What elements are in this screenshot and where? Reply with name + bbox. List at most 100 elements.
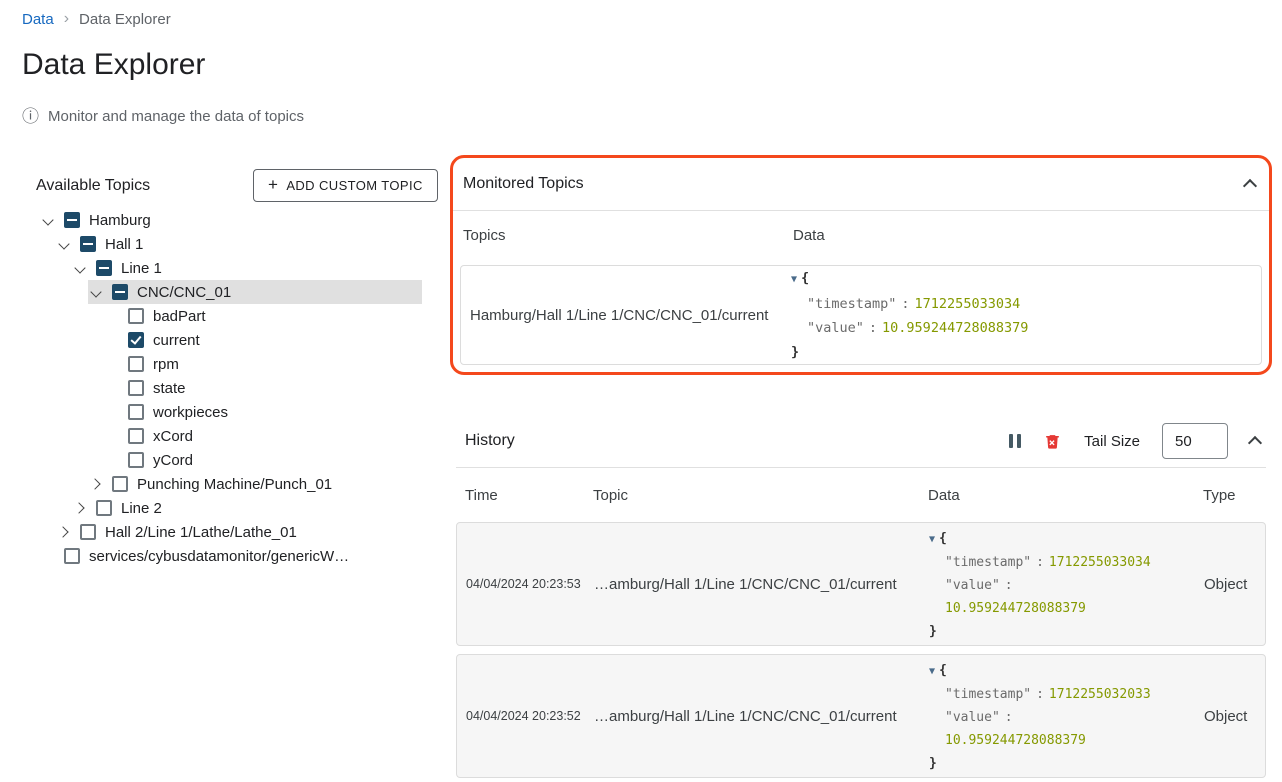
checkbox-unchecked[interactable] — [80, 524, 96, 540]
json-key: "value" — [945, 578, 1000, 593]
page-title: Data Explorer — [22, 48, 205, 82]
checkbox-indeterminate[interactable] — [112, 284, 128, 300]
column-header-topic: Topic — [593, 487, 928, 504]
tree-item-hall-2-lathe-01[interactable]: Hall 2/Line 1/Lathe/Lathe_01 — [56, 520, 422, 544]
tree-item-workpieces[interactable]: workpieces — [104, 400, 422, 424]
json-entry: "timestamp":1712255033034 — [791, 292, 1261, 316]
checkbox-unchecked[interactable] — [128, 404, 144, 420]
json-colon: : — [1036, 687, 1044, 702]
tree-item-current[interactable]: current — [104, 328, 422, 352]
json-viewer: ▼{ "timestamp":1712255033034 "value":10.… — [929, 523, 1204, 643]
checkbox-unchecked[interactable] — [96, 500, 112, 516]
checkbox-indeterminate[interactable] — [64, 212, 80, 228]
checkbox-unchecked[interactable] — [64, 548, 80, 564]
history-row: 04/04/2024 20:23:53 …amburg/Hall 1/Line … — [456, 522, 1266, 646]
tree-label: current — [153, 332, 200, 349]
chevron-spacer — [104, 356, 120, 372]
json-open-brace: { — [939, 663, 947, 678]
tree-label: CNC/CNC_01 — [137, 284, 231, 301]
chevron-spacer — [104, 428, 120, 444]
checkbox-checked[interactable] — [128, 332, 144, 348]
chevron-right-icon: › — [64, 10, 69, 28]
history-type: Object — [1204, 576, 1265, 593]
tree-item-hamburg[interactable]: Hamburg — [40, 208, 422, 232]
history-type: Object — [1204, 708, 1265, 725]
pause-icon[interactable] — [1009, 434, 1021, 448]
history-section: History Tail Size Time Topic Data Type — [456, 415, 1266, 782]
history-header: History Tail Size — [456, 415, 1266, 467]
json-close-brace: } — [929, 756, 937, 771]
json-colon: : — [1005, 578, 1013, 593]
chevron-spacer — [104, 380, 120, 396]
json-key: "value" — [807, 320, 864, 336]
chevron-spacer — [104, 452, 120, 468]
chevron-right-icon[interactable] — [88, 476, 104, 492]
json-key: "timestamp" — [945, 555, 1031, 570]
chevron-down-icon[interactable] — [88, 284, 104, 300]
json-value: 1712255033034 — [915, 296, 1021, 312]
tree-item-hall-1[interactable]: Hall 1 — [56, 232, 422, 256]
checkbox-unchecked[interactable] — [128, 380, 144, 396]
chevron-right-icon[interactable] — [56, 524, 72, 540]
trash-icon[interactable] — [1043, 432, 1062, 451]
tree-label: rpm — [153, 356, 179, 373]
tree-item-line-1[interactable]: Line 1 — [72, 256, 422, 280]
tree-item-ycord[interactable]: yCord — [104, 448, 422, 472]
collapse-triangle-icon[interactable]: ▼ — [929, 666, 935, 677]
json-open-line: ▼{ — [929, 659, 1204, 683]
collapse-chevron-up-icon[interactable] — [1248, 436, 1262, 450]
json-open-line: ▼{ — [929, 527, 1204, 551]
monitored-topics-title: Monitored Topics — [463, 175, 1245, 193]
tree-item-xcord[interactable]: xCord — [104, 424, 422, 448]
json-value: 10.959244728088379 — [945, 729, 1204, 752]
tree-item-services-cybusdatamonitor[interactable]: services/cybusdatamonitor/genericW… — [40, 544, 422, 568]
monitored-column-headers: Topics Data — [453, 211, 1269, 259]
json-viewer: ▼{ "timestamp":1712255033034 "value":10.… — [791, 266, 1261, 364]
history-time: 04/04/2024 20:23:53 — [466, 577, 594, 591]
column-header-type: Type — [1203, 487, 1266, 504]
collapse-chevron-up-icon[interactable] — [1243, 179, 1257, 193]
history-topic: …amburg/Hall 1/Line 1/CNC/CNC_01/current — [594, 708, 929, 725]
history-time: 04/04/2024 20:23:52 — [466, 709, 594, 723]
checkbox-indeterminate[interactable] — [96, 260, 112, 276]
json-close-brace: } — [929, 624, 937, 639]
chevron-down-icon[interactable] — [72, 260, 88, 276]
checkbox-unchecked[interactable] — [128, 356, 144, 372]
json-close-line: } — [791, 340, 1261, 364]
available-topics-title: Available Topics — [36, 177, 150, 195]
json-key: "timestamp" — [807, 296, 896, 312]
collapse-triangle-icon[interactable]: ▼ — [791, 274, 797, 285]
add-custom-topic-button[interactable]: + ADD CUSTOM TOPIC — [253, 169, 438, 202]
tree-item-rpm[interactable]: rpm — [104, 352, 422, 376]
tree-label: badPart — [153, 308, 206, 325]
chevron-right-icon[interactable] — [72, 500, 88, 516]
json-close-line: } — [929, 620, 1204, 643]
checkbox-unchecked[interactable] — [128, 452, 144, 468]
history-column-headers: Time Topic Data Type — [456, 468, 1266, 522]
chevron-spacer — [104, 308, 120, 324]
json-value: 10.959244728088379 — [945, 597, 1204, 620]
tree-item-badpart[interactable]: badPart — [104, 304, 422, 328]
tree-label: Punching Machine/Punch_01 — [137, 476, 332, 493]
monitored-topic-row: Hamburg/Hall 1/Line 1/CNC/CNC_01/current… — [460, 265, 1262, 365]
tree-item-punching-machine-punch-01[interactable]: Punching Machine/Punch_01 — [88, 472, 422, 496]
history-data: ▼{ "timestamp":1712255032033 "value":10.… — [929, 655, 1204, 775]
json-entry: "timestamp":1712255032033 — [929, 683, 1204, 706]
tree-item-state[interactable]: state — [104, 376, 422, 400]
chevron-down-icon[interactable] — [56, 236, 72, 252]
collapse-triangle-icon[interactable]: ▼ — [929, 534, 935, 545]
checkbox-unchecked[interactable] — [112, 476, 128, 492]
json-viewer: ▼{ "timestamp":1712255032033 "value":10.… — [929, 655, 1204, 775]
tail-size-input[interactable] — [1162, 423, 1228, 459]
monitored-topic-path: Hamburg/Hall 1/Line 1/CNC/CNC_01/current — [461, 307, 791, 324]
chevron-down-icon[interactable] — [40, 212, 56, 228]
history-data: ▼{ "timestamp":1712255033034 "value":10.… — [929, 523, 1204, 643]
column-header-data: Data — [793, 227, 1269, 244]
breadcrumb-data-link[interactable]: Data — [22, 11, 54, 28]
tree-item-cnc-cnc-01[interactable]: CNC/CNC_01 — [88, 280, 422, 304]
tree-label: Hamburg — [89, 212, 151, 229]
checkbox-unchecked[interactable] — [128, 428, 144, 444]
checkbox-indeterminate[interactable] — [80, 236, 96, 252]
tree-item-line-2[interactable]: Line 2 — [72, 496, 422, 520]
checkbox-unchecked[interactable] — [128, 308, 144, 324]
